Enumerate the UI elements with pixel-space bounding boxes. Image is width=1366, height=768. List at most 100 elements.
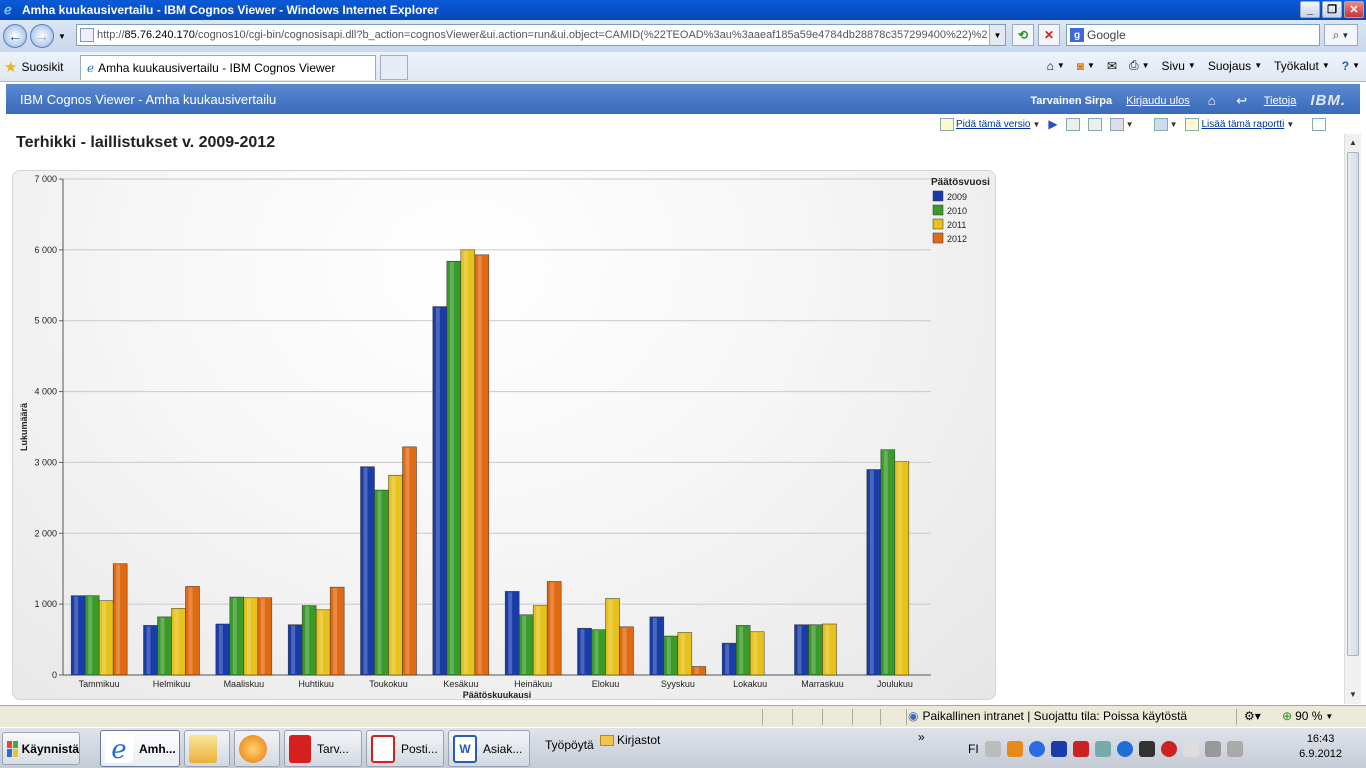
feeds-button[interactable]: ◙ ▼ — [1077, 59, 1095, 73]
scroll-up-icon[interactable]: ▲ — [1347, 136, 1359, 150]
search-input[interactable]: g Google — [1066, 24, 1320, 46]
minimize-button[interactable]: _ — [1300, 1, 1320, 18]
favorites-tab-bar: ★ Suosikit ℯ Amha kuukausivertailu - IBM… — [0, 52, 1366, 82]
search-options-icon[interactable]: ▼ — [1341, 31, 1349, 40]
go-to-button[interactable]: ▼ — [1109, 117, 1134, 131]
forward-button[interactable]: → — [30, 24, 54, 48]
security-zone[interactable]: ◉ Paikallinen intranet | Suojattu tila: … — [908, 709, 1187, 723]
network-globe-icon[interactable] — [1028, 740, 1045, 757]
protected-mode-icon[interactable]: ⚙▾ — [1244, 709, 1261, 723]
printer-icon: ⎙ — [1129, 58, 1139, 72]
bar-highlight — [160, 617, 165, 674]
libraries-toolbar[interactable]: Kirjastot — [600, 733, 660, 747]
search-button[interactable]: ⌕ ▼ — [1324, 24, 1358, 46]
app-tray-icon[interactable] — [1006, 740, 1023, 757]
ie-tray-icon[interactable] — [1116, 740, 1133, 757]
x-tick-label: Helmikuu — [153, 679, 191, 689]
bar-highlight — [897, 462, 902, 674]
display-icon[interactable] — [1204, 740, 1221, 757]
close-window-button[interactable]: ✕ — [1344, 1, 1364, 18]
address-bar[interactable]: http://85.76.240.170/cognos10/cgi-bin/co… — [76, 24, 1006, 46]
window-title-bar: ℯ Amha kuukausivertailu - IBM Cognos Vie… — [0, 0, 1366, 20]
mail-button[interactable]: ✉ — [1107, 59, 1117, 73]
safety-menu[interactable]: Suojaus ▼ — [1208, 59, 1262, 73]
taskbar-item-mail[interactable]: Posti... — [366, 730, 444, 767]
favorites-button[interactable]: ★ Suosikit — [4, 58, 63, 76]
system-clock[interactable]: 16:43 6.9.2012 — [1299, 732, 1342, 762]
taskbar-item-ie[interactable]: ℯ Amh... — [100, 730, 180, 767]
x-tick-label: Toukokuu — [369, 679, 408, 689]
action-center-flag-icon[interactable] — [1182, 740, 1199, 757]
bar-highlight — [536, 606, 541, 674]
bar-highlight — [218, 624, 223, 674]
wifi-icon[interactable] — [1094, 740, 1111, 757]
acrobat-icon[interactable] — [1072, 740, 1089, 757]
scroll-down-icon[interactable]: ▼ — [1347, 688, 1359, 702]
legend-swatch-2010 — [932, 204, 944, 216]
taskbar-item-tarv[interactable]: Tarv... — [284, 730, 362, 767]
stop-button[interactable]: ✕ — [1038, 24, 1060, 46]
y-tick-label: 3 000 — [34, 457, 57, 467]
about-link[interactable]: Tietoja — [1264, 95, 1297, 107]
run-report-icon[interactable]: ▶ — [1048, 117, 1057, 131]
refresh-button[interactable]: ⟲ — [1012, 24, 1034, 46]
legend-swatch-2009 — [932, 190, 944, 202]
bar-highlight — [146, 626, 151, 674]
history-dropdown-icon[interactable]: ▼ — [58, 32, 66, 41]
print-button[interactable]: ⎙ ▼ — [1129, 58, 1150, 73]
bar-highlight — [797, 625, 802, 674]
browser-tab-active[interactable]: ℯ Amha kuukausivertailu - IBM Cognos Vie… — [80, 55, 376, 80]
volume-muted-icon[interactable] — [1226, 740, 1243, 757]
intranet-icon: ◉ — [908, 709, 919, 723]
start-button[interactable]: Käynnistä — [2, 732, 80, 765]
add-report-button[interactable]: Lisää tämä raportti ▼ — [1185, 117, 1294, 131]
drill-down-icon[interactable] — [1065, 117, 1080, 131]
toolbar-expand-icon[interactable]: » — [918, 730, 925, 744]
mail-icon: ✉ — [1106, 58, 1118, 73]
address-dropdown-icon[interactable]: ▼ — [989, 25, 1005, 45]
bar-highlight — [102, 601, 107, 674]
home-button[interactable]: ⌂ ▼ — [1047, 59, 1065, 73]
save-version-icon — [940, 117, 954, 131]
home-icon[interactable]: ⌂ — [1204, 93, 1220, 108]
tools-menu[interactable]: Työkalut ▼ — [1274, 59, 1330, 73]
restore-button[interactable]: ❐ — [1322, 1, 1342, 18]
folder-icon — [189, 734, 217, 763]
return-icon[interactable]: ↩ — [1234, 93, 1250, 108]
url-host: 85.76.240.170 — [124, 29, 195, 41]
taskbar-item-label: Tarv... — [317, 741, 349, 756]
url-rest: /cognos10/cgi-bin/cognosisapi.dll?b_acti… — [194, 29, 988, 41]
x-tick-label: Kesäkuu — [443, 679, 478, 689]
monitor-icon[interactable] — [1138, 740, 1155, 757]
chart-settings-icon[interactable] — [1312, 117, 1327, 131]
back-button[interactable]: ← — [3, 24, 27, 48]
view-format-button[interactable]: ▼ — [1153, 117, 1177, 131]
favorites-star-icon: ★ — [4, 59, 18, 76]
taskbar-item-word[interactable]: W Asiak... — [448, 730, 530, 767]
vertical-scrollbar[interactable]: ▲ ▼ — [1344, 134, 1361, 704]
x-tick-label: Marraskuu — [801, 679, 844, 689]
search-placeholder: Google — [1087, 28, 1126, 42]
page-menu[interactable]: Sivu ▼ — [1162, 59, 1196, 73]
antivirus-icon[interactable] — [1160, 740, 1177, 757]
desktop-toolbar[interactable]: Työpöytä — [545, 738, 594, 752]
x-axis-title: Päätöskuukausi — [463, 690, 532, 700]
zoom-control[interactable]: ⊕ 90 % ▼ — [1282, 709, 1333, 723]
scroll-thumb[interactable] — [1347, 152, 1359, 656]
window-controls: _ ❐ ✕ — [1300, 1, 1364, 18]
keep-version-button[interactable]: Pidä tämä versio ▼ — [940, 117, 1040, 131]
logout-link[interactable]: Kirjaudu ulos — [1126, 95, 1190, 107]
drill-up-icon[interactable] — [1087, 117, 1102, 131]
internet-explorer-icon: ℯ — [4, 2, 12, 17]
bluetooth-icon[interactable] — [1050, 740, 1067, 757]
language-indicator[interactable]: FI — [968, 742, 979, 756]
clock-date: 6.9.2012 — [1299, 748, 1342, 760]
page-menu-label: Sivu — [1161, 58, 1185, 73]
taskbar-item-explorer[interactable] — [184, 730, 230, 767]
clock-time: 16:43 — [1306, 733, 1335, 745]
bar-highlight — [580, 629, 585, 674]
new-tab-button[interactable] — [380, 55, 408, 80]
help-button[interactable]: ? ▼ — [1342, 59, 1360, 73]
keyboard-icon[interactable] — [984, 740, 1001, 757]
taskbar-item-media[interactable] — [234, 730, 280, 767]
